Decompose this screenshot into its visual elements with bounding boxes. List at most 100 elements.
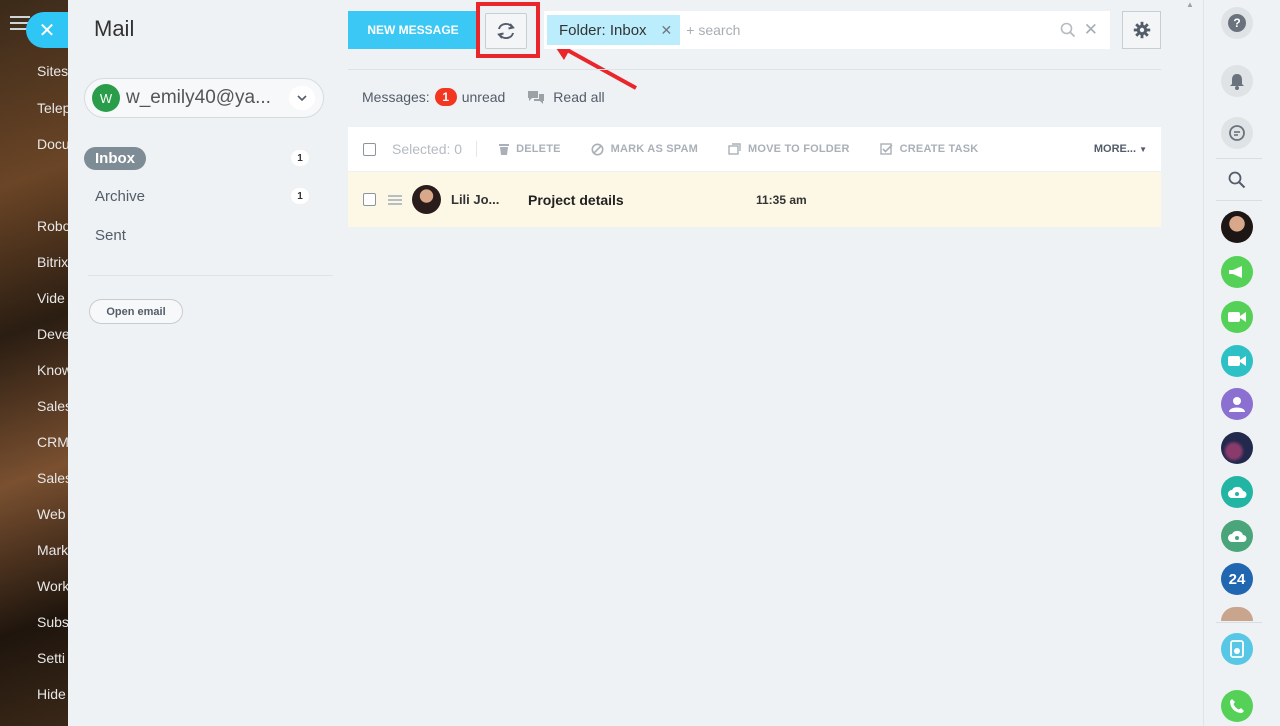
video-icon — [1228, 356, 1246, 366]
messenger-button[interactable] — [1221, 117, 1253, 149]
settings-button[interactable] — [1122, 11, 1161, 49]
menu-item[interactable]: Sites — [37, 63, 68, 79]
video-chat-item[interactable] — [1221, 345, 1253, 377]
contact-avatar[interactable] — [1221, 211, 1253, 243]
filter-tag-label: Folder: Inbox — [559, 21, 647, 39]
group-chat-avatar[interactable] — [1221, 432, 1253, 464]
refresh-highlight-box — [476, 2, 540, 58]
create-task-action[interactable]: CREATE TASK — [879, 142, 979, 156]
menu-item[interactable]: Deve — [37, 326, 68, 342]
user-icon — [1229, 397, 1245, 412]
folder-archive[interactable]: Archive 1 — [84, 183, 314, 209]
row-checkbox[interactable] — [363, 193, 376, 206]
cloud-icon — [1228, 486, 1247, 498]
chat-search-icon — [1229, 125, 1245, 141]
action-label: MARK AS SPAM — [610, 143, 699, 155]
folder-count-badge: 1 — [291, 150, 309, 166]
notifications-button[interactable] — [1221, 65, 1253, 97]
bitrix24-chat-item[interactable]: 24 — [1221, 563, 1253, 595]
folder-label: Inbox — [84, 146, 146, 170]
action-label: CREATE TASK — [899, 143, 979, 155]
account-selector[interactable]: W w_emily40@ya... — [84, 78, 324, 118]
video-chat-item[interactable] — [1221, 301, 1253, 333]
divider — [1216, 158, 1262, 159]
mobile-icon — [1230, 640, 1244, 658]
more-label: MORE... — [1093, 143, 1137, 155]
menu-item[interactable]: Subs — [37, 614, 68, 630]
help-button[interactable]: ? — [1221, 7, 1253, 39]
call-button[interactable] — [1221, 690, 1253, 722]
menu-item[interactable]: Mark — [37, 542, 68, 558]
sender-avatar — [412, 185, 441, 214]
delete-action[interactable]: DELETE — [499, 143, 561, 155]
drag-handle-icon[interactable] — [388, 193, 402, 207]
divider — [348, 69, 1161, 70]
filter-tag[interactable]: Folder: Inbox ✕ — [547, 15, 681, 45]
search-input[interactable]: + search — [686, 22, 740, 38]
message-grid: Selected: 0 DELETE MARK AS SPAM MOVE TO … — [348, 127, 1161, 227]
menu-item[interactable]: Vide — [37, 290, 65, 306]
clear-search-icon[interactable]: ✕ — [1084, 20, 1098, 40]
message-counter: Messages: 1 unread Read all — [362, 86, 605, 108]
gear-icon — [1133, 21, 1150, 39]
search-bar[interactable]: Folder: Inbox ✕ + search ✕ — [544, 11, 1110, 49]
contact-avatar[interactable] — [1221, 607, 1253, 621]
counter-prefix: Messages: — [362, 89, 430, 105]
menu-item[interactable]: Telep — [37, 100, 68, 116]
remove-filter-icon[interactable]: ✕ — [661, 22, 673, 39]
close-slider-button[interactable]: ✕ — [26, 12, 68, 48]
select-all-checkbox[interactable] — [363, 142, 376, 156]
menu-item[interactable]: Setti — [37, 650, 65, 666]
action-label: MOVE TO FOLDER — [748, 143, 850, 155]
folder-sent[interactable]: Sent — [84, 222, 314, 248]
new-message-button[interactable]: NEW MESSAGE — [348, 11, 478, 49]
folder-label: Sent — [95, 226, 126, 244]
account-email: w_emily40@ya... — [126, 87, 271, 108]
selected-count: Selected: 0 — [392, 141, 478, 157]
rail-search-button[interactable] — [1221, 164, 1253, 196]
menu-item[interactable]: Robo — [37, 218, 68, 234]
chevron-down-icon[interactable] — [289, 86, 315, 110]
sender-name: Lili Jo... — [451, 192, 500, 207]
trash-icon — [499, 144, 510, 155]
chat-open-channel[interactable] — [1221, 256, 1253, 288]
move-to-folder-action[interactable]: MOVE TO FOLDER — [728, 143, 850, 155]
folder-inbox[interactable]: Inbox 1 — [84, 145, 314, 171]
menu-item[interactable]: Sales — [37, 470, 68, 486]
menu-item[interactable]: Hide — [37, 686, 66, 702]
open-email-button[interactable]: Open email — [89, 299, 183, 324]
task-check-icon — [879, 142, 893, 155]
menu-item[interactable]: Sales — [37, 398, 68, 414]
menu-item[interactable]: CRM — [37, 434, 68, 450]
counter-unread-label[interactable]: unread — [462, 89, 506, 105]
right-rail: ? 24 — [1203, 0, 1280, 726]
refresh-button[interactable] — [485, 13, 527, 49]
message-subject[interactable]: Project details — [528, 192, 756, 208]
action-label: DELETE — [516, 143, 561, 155]
refresh-icon — [497, 23, 515, 39]
mobile-app-button[interactable] — [1221, 633, 1253, 665]
folder-label: Archive — [95, 187, 146, 205]
divider — [1216, 622, 1262, 623]
mark-as-spam-action[interactable]: MARK AS SPAM — [591, 143, 698, 156]
read-all-button[interactable]: Read all — [527, 89, 605, 105]
cloud-chat-item[interactable] — [1221, 520, 1253, 552]
menu-item[interactable]: Work — [37, 578, 68, 594]
bell-icon — [1230, 73, 1244, 90]
read-all-label: Read all — [553, 89, 605, 105]
menu-item[interactable]: Web — [37, 506, 66, 522]
block-icon — [591, 143, 604, 155]
user-chat-item[interactable] — [1221, 388, 1253, 420]
menu-item[interactable]: Docu — [37, 136, 68, 152]
caret-down-icon: ▼ — [1139, 145, 1147, 154]
more-actions-button[interactable]: MORE... ▼ — [1094, 143, 1147, 155]
phone-icon — [1230, 699, 1244, 713]
menu-item[interactable]: Know — [37, 362, 68, 378]
table-row[interactable]: Lili Jo... Project details 11:35 am — [348, 172, 1161, 227]
menu-item[interactable]: Bitrix — [37, 254, 68, 270]
page-title: Mail — [94, 16, 135, 41]
cloud-chat-item[interactable] — [1221, 476, 1253, 508]
search-icon[interactable] — [1060, 22, 1076, 38]
scroll-up-icon[interactable]: ▲ — [1186, 0, 1196, 9]
message-time: 11:35 am — [756, 192, 807, 207]
